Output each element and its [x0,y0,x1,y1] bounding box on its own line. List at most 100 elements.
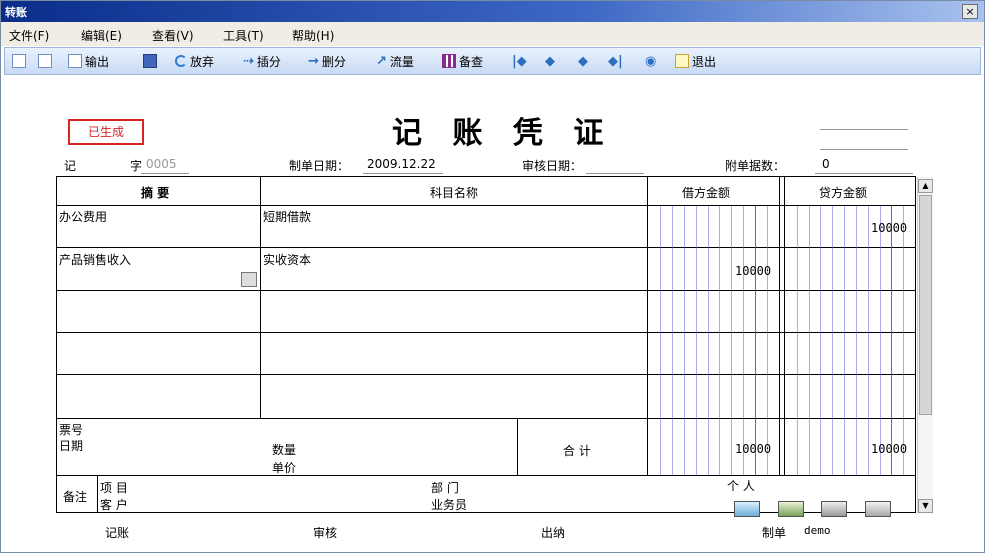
window-title: 转账 [5,6,27,19]
save-icon [143,54,157,68]
price-label: 单价 [272,461,297,475]
menu-help[interactable]: 帮助(H) [292,27,334,44]
output-button[interactable]: 输出 [68,52,109,70]
audit-date-label: 审核日期： [522,159,583,173]
attach-label: 附单据数： [725,159,786,173]
person-label[interactable]: 个 人 [727,477,755,494]
right-top-line [820,129,908,130]
exit-button[interactable]: 退出 [675,52,716,70]
row1-account[interactable]: 短期借款 [263,208,311,225]
voucher-table: 摘 要 科目名称 借方金额 贷方金额 办公费用 短期借款 10000 产品销售收… [56,176,916,513]
last-icon: ◆| [608,53,623,69]
save-button[interactable] [143,52,160,70]
print-icon [12,54,26,68]
insert-split-button[interactable]: ⇢ 插分 [243,52,281,70]
menu-edit[interactable]: 编辑(E) [81,27,122,44]
make-date-label: 制单日期： [289,159,350,173]
right-mid-line [820,149,908,150]
query-icon[interactable] [865,501,891,517]
abandon-button[interactable]: 放弃 [175,52,214,70]
output-label: 输出 [85,54,110,69]
total-debit: 10000 [735,442,772,456]
header-debit: 借方金额 [682,186,731,200]
project-label[interactable]: 项 目 [100,479,128,496]
first-record-button[interactable]: |◆ [512,52,527,70]
row2-summary[interactable]: 产品销售收入 [59,251,131,268]
voucher-window: 转账 × 文件(F) 编辑(E) 查看(V) 工具(T) 帮助(H) 输出 放弃… [0,0,985,553]
first-icon: |◆ [512,53,527,69]
close-button[interactable]: × [962,4,978,19]
menu-tools[interactable]: 工具(T) [223,27,264,44]
generated-stamp: 已生成 [68,119,144,145]
item-icon[interactable] [778,501,804,517]
scroll-thumb[interactable] [919,195,932,415]
voucher-no-label: 字 [130,159,143,173]
abandon-label: 放弃 [190,54,215,69]
bill-no-label: 票号 [59,423,84,437]
flow-icon: ↗ [376,53,387,69]
scroll-up-icon[interactable]: ▲ [918,179,933,193]
total-credit: 10000 [871,442,908,456]
insert-arrow-icon: ⇢ [243,53,254,69]
header-credit: 贷方金额 [819,186,868,200]
backup-label: 备查 [459,54,484,69]
date-label: 日期 [59,439,84,453]
delete-split-label: 删分 [321,54,346,69]
insert-split-label: 插分 [256,54,281,69]
print-button[interactable] [12,52,29,70]
detail-icon[interactable] [821,501,847,517]
row1-summary[interactable]: 办公费用 [59,208,107,225]
preview-button[interactable] [38,52,55,70]
maker-value: demo [804,524,831,537]
backup-button[interactable]: 备查 [442,52,483,70]
attach-count[interactable]: 0 [822,157,830,171]
voucher-no-underline [141,173,189,174]
preview-icon [38,54,52,68]
voucher-no[interactable]: 0005 [146,157,177,171]
ref-lookup-icon[interactable] [241,272,257,287]
row-line-total [57,475,915,476]
header-account: 科目名称 [430,186,479,200]
exit-label: 退出 [692,54,717,69]
menu-file[interactable]: 文件(F) [9,27,49,44]
debit-digit-lines [660,206,768,475]
audit-date-underline [586,173,644,174]
bank-icon[interactable] [734,501,760,517]
toolbar: 输出 放弃 ⇢ 插分 → 删分 ↗ 流量 备查 |◆ ◆ ◆ ◆| ◉ 退出 [4,47,981,75]
voucher-title: 记 账 凭 证 [392,116,614,151]
help-icon: ◉ [645,53,657,69]
credit-digit-lines [797,206,904,475]
salesman-label[interactable]: 业务员 [431,496,467,513]
menu-view[interactable]: 查看(V) [152,27,194,44]
make-date[interactable]: 2009.12.22 [367,157,436,171]
flow-button[interactable]: ↗ 流量 [376,52,414,70]
remark-label: 备注 [63,490,88,504]
scroll-down-icon[interactable]: ▼ [918,499,933,513]
audit-label: 审核 [313,526,338,540]
last-record-button[interactable]: ◆| [608,52,623,70]
undo-icon [175,55,187,67]
backup-icon [442,54,456,68]
vertical-scrollbar[interactable]: ▲ ▼ [917,177,933,513]
menu-bar: 文件(F) 编辑(E) 查看(V) 工具(T) 帮助(H) [1,22,984,46]
row2-debit[interactable]: 10000 [735,264,771,278]
cashier-label: 出纳 [541,526,566,540]
row1-credit[interactable]: 10000 [871,221,907,235]
delete-split-button[interactable]: → 删分 [308,52,346,70]
qty-label: 数量 [272,443,297,457]
row2-account[interactable]: 实收资本 [263,251,311,268]
title-bar[interactable]: 转账 × [1,1,984,22]
amount-grid [660,206,904,475]
prev-record-button[interactable]: ◆ [545,52,555,70]
customer-label[interactable]: 客 户 [100,496,128,513]
next-record-button[interactable]: ◆ [578,52,588,70]
dept-label[interactable]: 部 门 [431,479,459,496]
flow-label: 流量 [389,54,414,69]
voucher-type[interactable]: 记 [64,157,76,174]
total-label: 合 计 [563,444,591,458]
remark-divider [97,475,98,512]
delete-arrow-icon: → [308,53,319,69]
header-summary: 摘 要 [141,186,170,200]
output-icon [68,54,82,68]
help-button[interactable]: ◉ [645,52,656,70]
